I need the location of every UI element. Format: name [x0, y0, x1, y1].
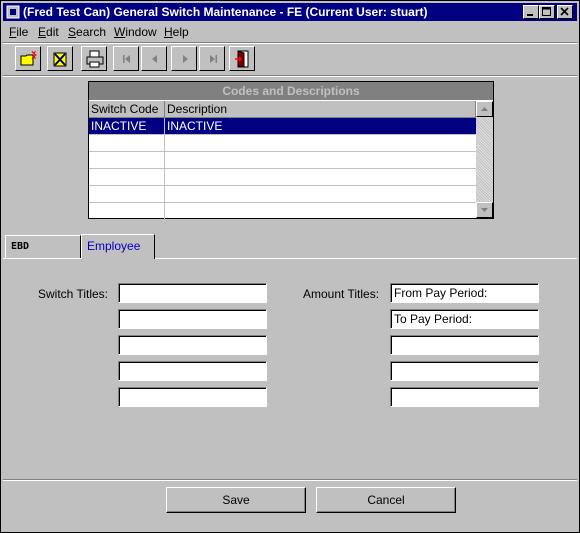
amount-titles-label: Amount Titles: [303, 287, 380, 301]
table-row[interactable] [89, 203, 476, 220]
amount-title-field-4[interactable] [390, 361, 539, 381]
menu-window[interactable]: Window [114, 25, 157, 39]
cell-switch-code[interactable]: INACTIVE [89, 118, 165, 134]
cell-switch-code[interactable] [89, 152, 165, 168]
menu-bar: File Edit Search Window Help [3, 22, 577, 42]
cell-description[interactable]: INACTIVE [165, 118, 476, 134]
minimize-icon [527, 14, 533, 16]
print-icon [86, 50, 104, 68]
toolbar [3, 44, 577, 74]
maximize-button[interactable] [539, 5, 555, 19]
close-button[interactable] [557, 5, 573, 19]
previous-record-button[interactable] [141, 46, 167, 71]
menu-file[interactable]: File [9, 25, 28, 39]
cell-description[interactable] [165, 135, 476, 151]
table-row[interactable] [89, 169, 476, 186]
tab-strip: EBD Employee [3, 234, 577, 259]
tab-employee[interactable]: Employee [81, 234, 155, 259]
table-row[interactable] [89, 186, 476, 203]
tab-ebd[interactable]: EBD [5, 235, 81, 258]
next-record-icon [183, 55, 188, 63]
new-folder-icon [20, 50, 38, 66]
column-header-description[interactable]: Description [165, 101, 476, 118]
switch-title-field-1[interactable] [118, 283, 267, 303]
app-system-icon[interactable] [6, 5, 20, 19]
previous-record-icon [152, 55, 157, 63]
exit-door-icon [235, 50, 249, 68]
grid-caption: Codes and Descriptions [89, 82, 493, 100]
new-record-button[interactable] [15, 46, 41, 71]
menu-help[interactable]: Help [164, 25, 189, 39]
table-row[interactable] [89, 135, 476, 152]
delete-record-button[interactable] [47, 46, 73, 71]
switch-title-field-5[interactable] [118, 387, 267, 407]
amount-title-field-5[interactable] [390, 387, 539, 407]
save-button[interactable]: Save [166, 487, 306, 513]
footer-separator [3, 479, 577, 481]
minimize-button[interactable] [523, 5, 539, 19]
last-record-button[interactable] [199, 46, 225, 71]
menu-edit[interactable]: Edit [38, 25, 59, 39]
first-record-button[interactable] [113, 46, 139, 71]
app-window: (Fred Test Can) General Switch Maintenan… [0, 0, 580, 533]
cell-switch-code[interactable] [89, 169, 165, 185]
scroll-down-button[interactable] [476, 202, 493, 218]
delete-icon [53, 52, 67, 67]
maximize-icon [542, 7, 551, 16]
menu-search[interactable]: Search [68, 25, 106, 39]
exit-button[interactable] [229, 46, 255, 71]
cell-description[interactable] [165, 169, 476, 185]
cancel-button[interactable]: Cancel [316, 487, 456, 513]
cell-description[interactable] [165, 152, 476, 168]
amount-title-field-3[interactable] [390, 335, 539, 355]
amount-title-field-2[interactable] [390, 309, 539, 329]
window-title: (Fred Test Can) General Switch Maintenan… [23, 5, 428, 19]
toolbar-separator [3, 75, 577, 77]
amount-title-field-1[interactable] [390, 283, 539, 303]
scroll-up-button[interactable] [476, 101, 493, 117]
last-record-icon [210, 55, 217, 63]
switch-title-field-2[interactable] [118, 309, 267, 329]
switch-title-field-4[interactable] [118, 361, 267, 381]
column-header-switch-code[interactable]: Switch Code [89, 101, 165, 118]
next-record-button[interactable] [171, 46, 197, 71]
cell-switch-code[interactable] [89, 135, 165, 151]
first-record-icon [123, 55, 130, 63]
cell-switch-code[interactable] [89, 203, 165, 219]
close-icon [560, 7, 569, 16]
switch-title-field-3[interactable] [118, 335, 267, 355]
title-bar[interactable]: (Fred Test Can) General Switch Maintenan… [3, 3, 577, 21]
print-button[interactable] [81, 46, 107, 71]
codes-grid: Codes and Descriptions Switch Code Descr… [88, 81, 494, 219]
scroll-up-arrow-icon [481, 107, 488, 111]
cell-description[interactable] [165, 203, 476, 219]
table-row[interactable]: INACTIVE INACTIVE [89, 118, 476, 135]
cell-switch-code[interactable] [89, 186, 165, 202]
scroll-down-arrow-icon [481, 208, 488, 212]
switch-titles-label: Switch Titles: [38, 287, 109, 301]
table-row[interactable] [89, 152, 476, 169]
cell-description[interactable] [165, 186, 476, 202]
grid-vertical-scrollbar[interactable] [476, 101, 493, 218]
